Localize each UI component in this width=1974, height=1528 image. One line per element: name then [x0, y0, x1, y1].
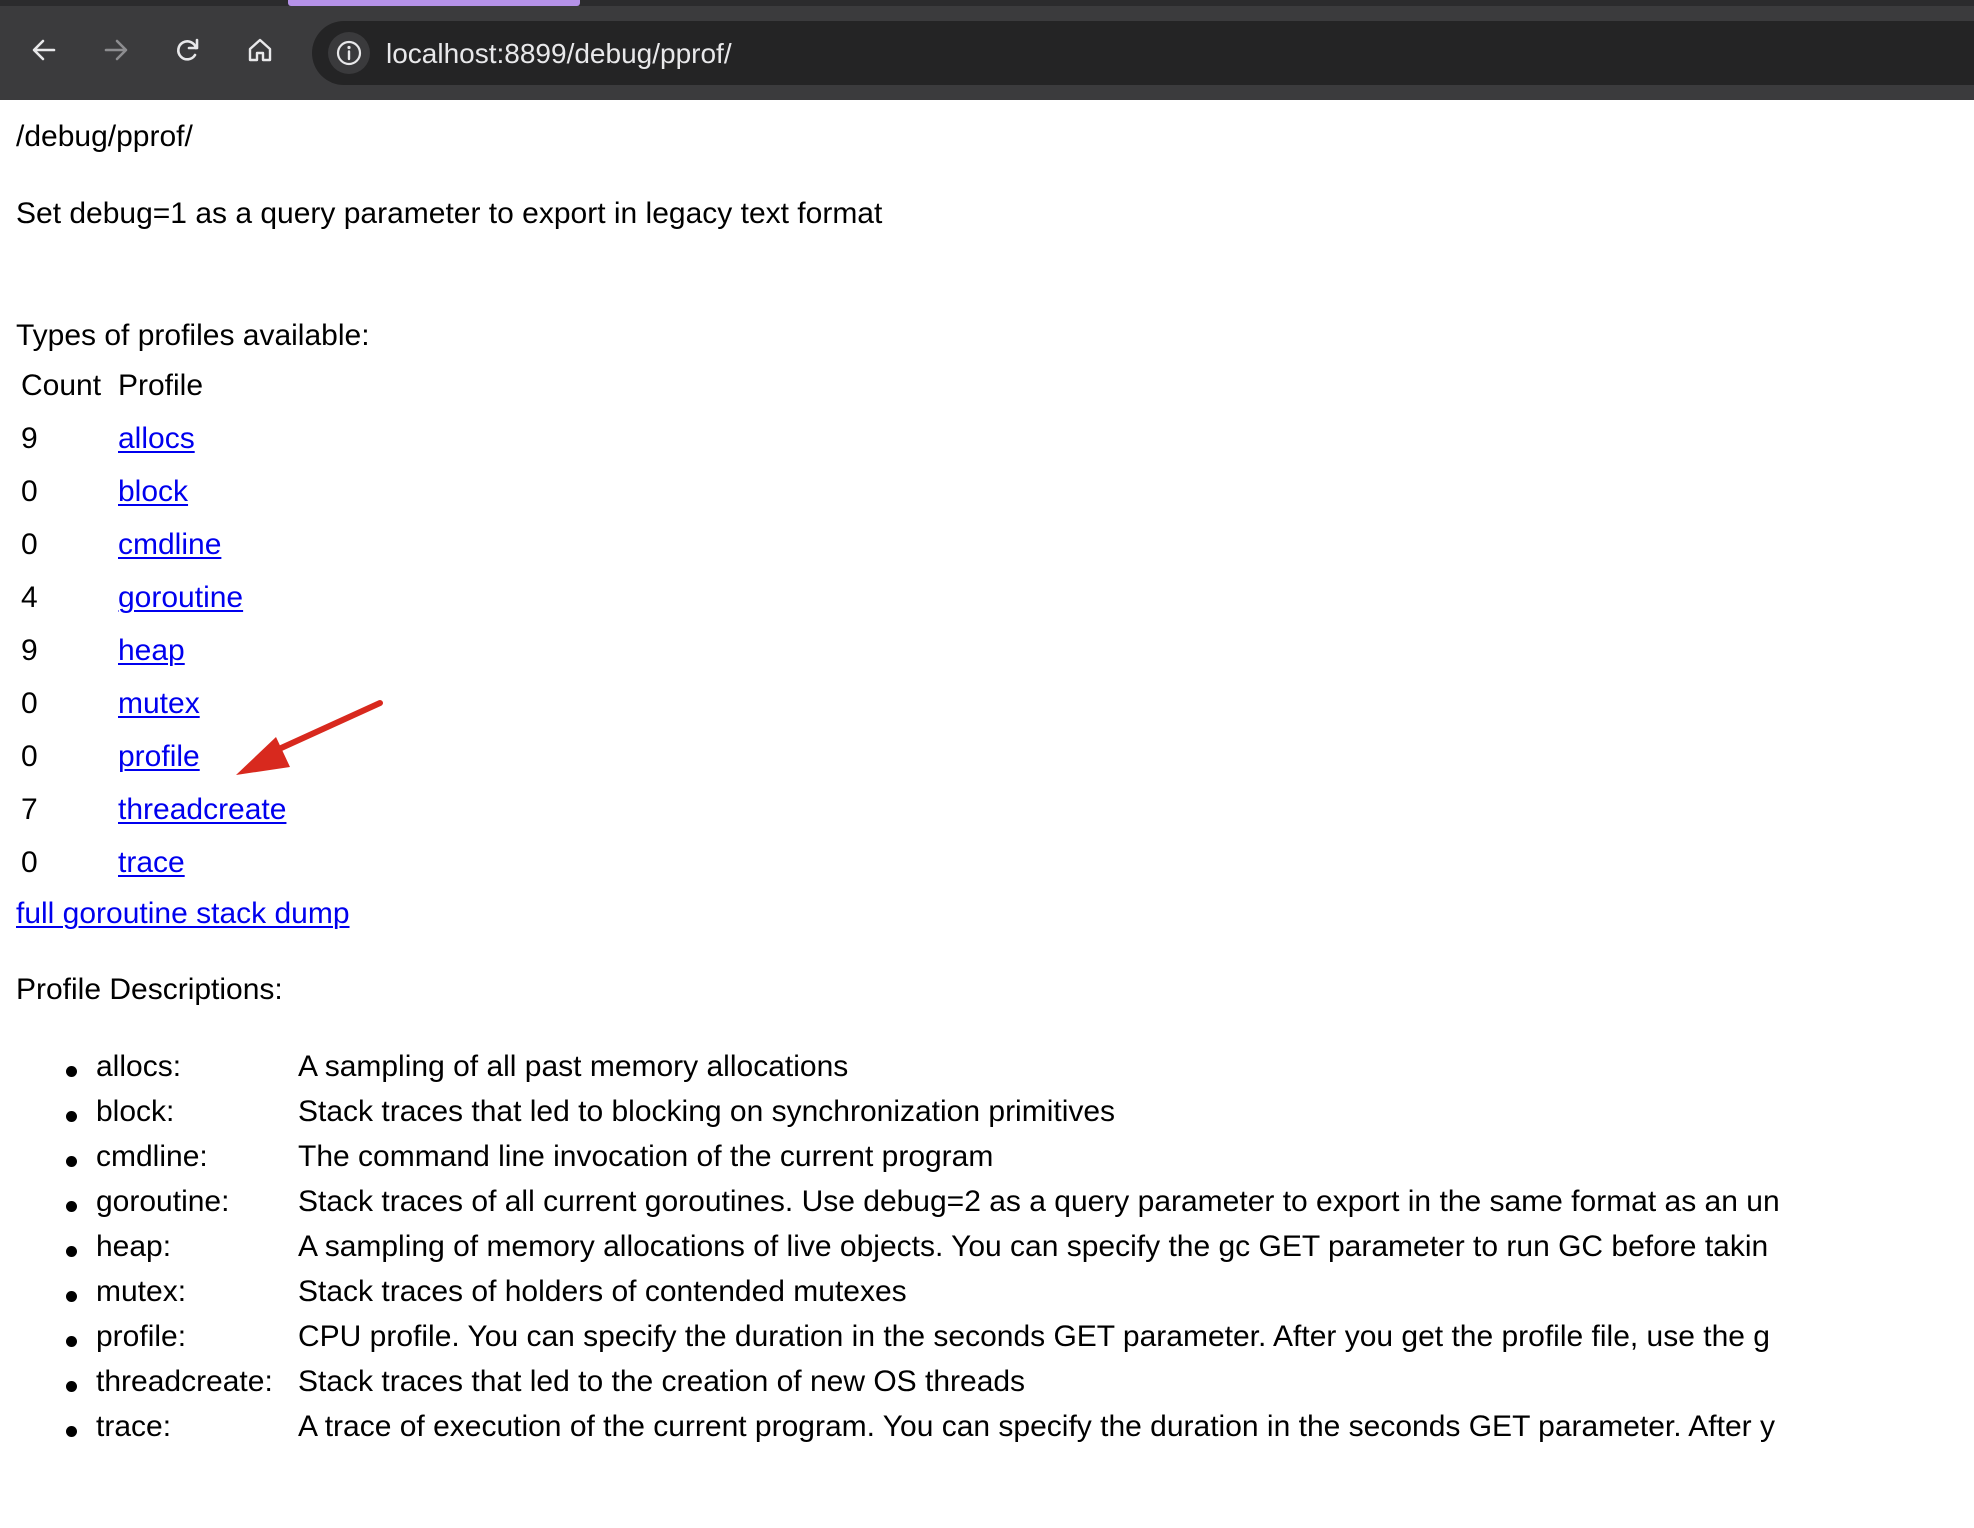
count-cell: 0	[21, 846, 38, 879]
red-arrow-icon	[236, 700, 383, 775]
description-name: goroutine:	[96, 1185, 230, 1218]
profile-link-threadcreate[interactable]: threadcreate	[118, 793, 286, 827]
types-heading: Types of profiles available:	[16, 319, 370, 352]
count-cell: 7	[21, 793, 38, 826]
count-cell: 0	[21, 687, 38, 720]
description-text: The command line invocation of the curre…	[298, 1140, 994, 1173]
list-item: heap: A sampling of memory allocations o…	[0, 1230, 1974, 1275]
profile-link-trace[interactable]: trace	[118, 846, 185, 880]
description-name: threadcreate:	[96, 1365, 273, 1398]
description-name: cmdline:	[96, 1140, 208, 1173]
intro-text: Set debug=1 as a query parameter to expo…	[16, 197, 883, 230]
reload-button[interactable]	[166, 28, 210, 72]
info-icon	[336, 40, 362, 66]
count-cell: 0	[21, 740, 38, 773]
bullet-icon	[66, 1426, 77, 1437]
list-item: cmdline: The command line invocation of …	[0, 1140, 1974, 1185]
count-cell: 9	[21, 634, 38, 667]
browser-chrome: localhost:8899/debug/pprof/	[0, 0, 1974, 100]
description-name: trace:	[96, 1410, 172, 1443]
arrow-right-icon	[104, 39, 128, 61]
page-heading: /debug/pprof/	[16, 120, 193, 153]
bullet-icon	[66, 1291, 77, 1302]
profile-link-profile[interactable]: profile	[118, 740, 200, 774]
bullet-icon	[66, 1246, 77, 1257]
address-bar[interactable]: localhost:8899/debug/pprof/	[312, 21, 1974, 85]
profile-link-cmdline[interactable]: cmdline	[118, 528, 221, 562]
profile-link-heap[interactable]: heap	[118, 634, 185, 668]
count-cell: 0	[21, 475, 38, 508]
bullet-icon	[66, 1201, 77, 1212]
description-text: Stack traces of all current goroutines. …	[298, 1185, 1780, 1218]
bullet-icon	[66, 1111, 77, 1122]
column-header-count: Count	[21, 369, 102, 402]
list-item: block: Stack traces that led to blocking…	[0, 1095, 1974, 1140]
url-text[interactable]: localhost:8899/debug/pprof/	[386, 38, 732, 70]
description-text: A trace of execution of the current prog…	[298, 1410, 1775, 1443]
list-item: mutex: Stack traces of holders of conten…	[0, 1275, 1974, 1320]
descriptions-heading: Profile Descriptions:	[16, 973, 283, 1006]
site-info-button[interactable]	[328, 32, 370, 74]
profile-link-goroutine[interactable]: goroutine	[118, 581, 243, 615]
count-cell: 4	[21, 581, 38, 614]
count-cell: 9	[21, 422, 38, 455]
back-button[interactable]	[22, 28, 66, 72]
home-button[interactable]	[238, 28, 282, 72]
list-item: threadcreate: Stack traces that led to t…	[0, 1365, 1974, 1410]
page-content: /debug/pprof/ Set debug=1 as a query par…	[0, 100, 1974, 1528]
full-goroutine-stack-dump-link[interactable]: full goroutine stack dump	[16, 897, 350, 931]
profile-link-allocs[interactable]: allocs	[118, 422, 195, 456]
browser-toolbar: localhost:8899/debug/pprof/	[0, 6, 1974, 100]
bullet-icon	[66, 1381, 77, 1392]
description-name: profile:	[96, 1320, 187, 1353]
description-name: allocs:	[96, 1050, 182, 1083]
count-cell: 0	[21, 528, 38, 561]
arrow-left-icon	[32, 39, 56, 61]
forward-button[interactable]	[94, 28, 138, 72]
description-name: mutex:	[96, 1275, 187, 1308]
profile-link-mutex[interactable]: mutex	[118, 687, 200, 721]
reload-icon	[177, 38, 199, 61]
list-item: trace: A trace of execution of the curre…	[0, 1410, 1974, 1455]
description-text: A sampling of all past memory allocation…	[298, 1050, 849, 1083]
description-text: A sampling of memory allocations of live…	[298, 1230, 1769, 1263]
description-name: heap:	[96, 1230, 172, 1263]
home-icon	[248, 38, 272, 62]
list-item: profile: CPU profile. You can specify th…	[0, 1320, 1974, 1365]
description-text: Stack traces of holders of contended mut…	[298, 1275, 907, 1308]
profile-link-block[interactable]: block	[118, 475, 188, 509]
column-header-profile: Profile	[118, 369, 204, 402]
description-name: block:	[96, 1095, 175, 1128]
bullet-icon	[66, 1066, 77, 1077]
list-item: allocs: A sampling of all past memory al…	[0, 1050, 1974, 1095]
description-text: CPU profile. You can specify the duratio…	[298, 1320, 1770, 1353]
description-text: Stack traces that led to the creation of…	[298, 1365, 1026, 1398]
bullet-icon	[66, 1156, 77, 1167]
list-item: goroutine: Stack traces of all current g…	[0, 1185, 1974, 1230]
bullet-icon	[66, 1336, 77, 1347]
description-text: Stack traces that led to blocking on syn…	[298, 1095, 1116, 1128]
